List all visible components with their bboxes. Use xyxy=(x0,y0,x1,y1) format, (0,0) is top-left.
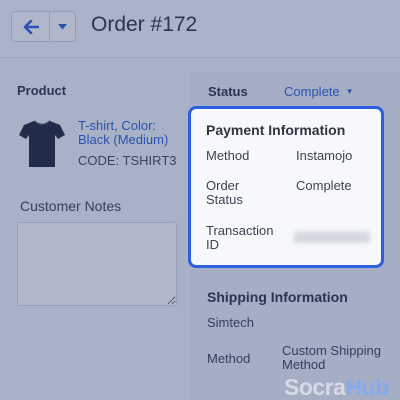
chevron-down-icon xyxy=(58,23,67,29)
shipping-information-title: Shipping Information xyxy=(207,289,348,305)
back-button[interactable] xyxy=(12,12,50,41)
status-label: Status xyxy=(208,84,248,99)
shipping-method-label: Method xyxy=(207,351,251,366)
page-header: Order #172 xyxy=(0,0,400,58)
product-code: CODE: TSHIRT3 xyxy=(78,153,177,168)
order-status-value: Complete xyxy=(296,178,352,193)
payment-information-card: Payment Information Method Instamojo Ord… xyxy=(188,106,384,268)
product-section-label: Product xyxy=(17,83,67,98)
order-status-label: Order Status xyxy=(206,178,243,207)
shipping-method-value: Custom Shipping Method xyxy=(282,343,381,372)
arrow-left-icon xyxy=(23,19,39,34)
tshirt-icon xyxy=(19,120,65,167)
watermark-part-1: Socra xyxy=(284,374,346,400)
watermark-part-2: Hub xyxy=(345,374,389,400)
product-name-link[interactable]: T-shirt, Color: Black (Medium) xyxy=(78,119,183,147)
payment-method-value: Instamojo xyxy=(296,148,353,163)
payment-information-title: Payment Information xyxy=(206,122,346,138)
socrahub-watermark: SocraHub xyxy=(284,374,389,400)
payment-method-label: Method xyxy=(206,148,250,163)
customer-notes-label: Customer Notes xyxy=(20,198,122,214)
status-value: Complete xyxy=(284,84,340,99)
shipping-carrier: Simtech xyxy=(207,315,254,330)
caret-down-icon: ▼ xyxy=(345,87,354,96)
page-title: Order #172 xyxy=(91,13,198,36)
customer-notes-field[interactable] xyxy=(17,222,177,306)
more-actions-dropdown[interactable] xyxy=(50,12,75,41)
status-dropdown[interactable]: Complete ▼ xyxy=(284,84,354,99)
transaction-id-value-redacted xyxy=(294,232,370,243)
back-button-group xyxy=(11,11,76,42)
transaction-id-label: Transaction ID xyxy=(206,223,274,252)
